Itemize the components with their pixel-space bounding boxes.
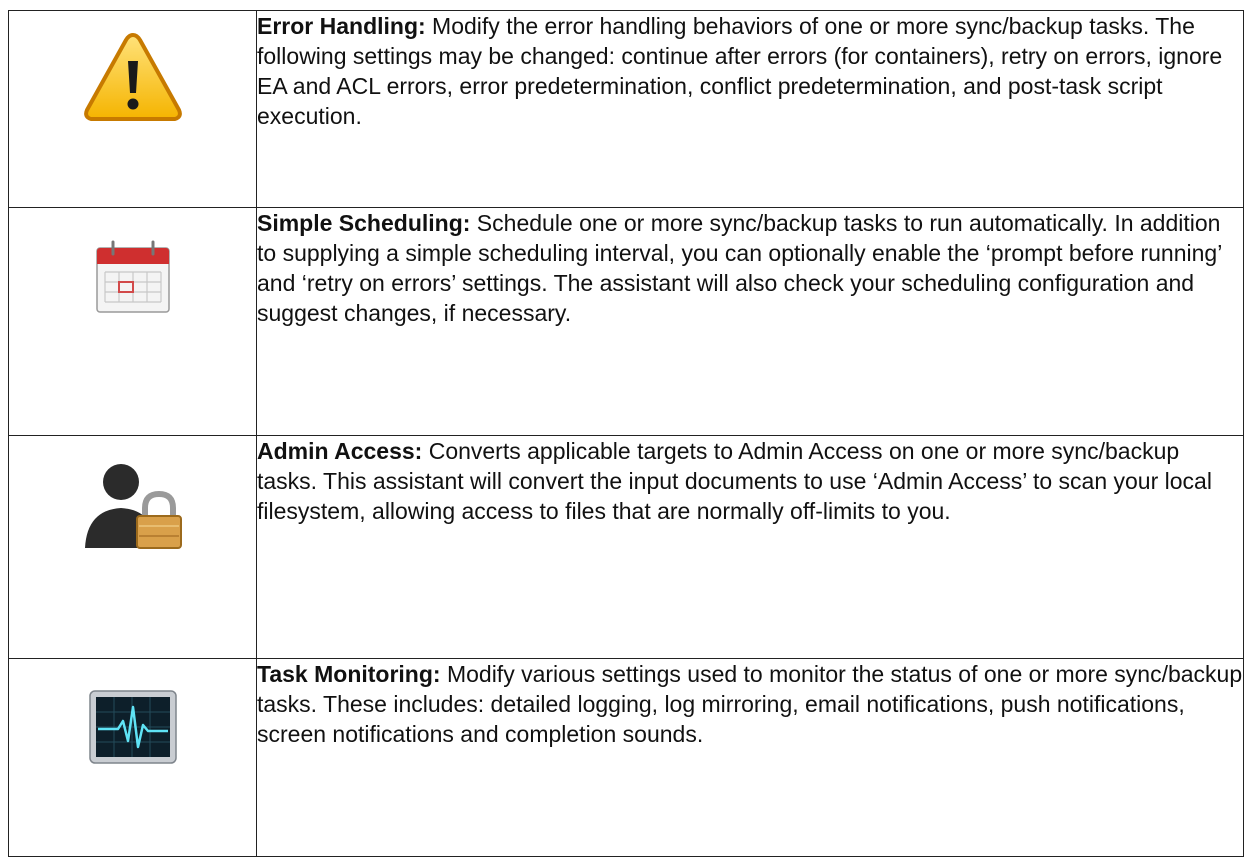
feature-row-admin-access: Admin Access: Converts applicable target… (8, 435, 1244, 659)
feature-description: Simple Scheduling: Schedule one or more … (256, 207, 1244, 436)
activity-monitor-icon (88, 689, 178, 774)
feature-row-task-monitoring: Task Monitoring: Modify various settings… (8, 658, 1244, 857)
calendar-icon (93, 238, 173, 323)
feature-row-simple-scheduling: Simple Scheduling: Schedule one or more … (8, 207, 1244, 436)
warning-icon (83, 31, 183, 128)
feature-title: Admin Access: (257, 438, 423, 464)
feature-row-error-handling: Error Handling: Modify the error handlin… (8, 10, 1244, 208)
feature-description: Admin Access: Converts applicable target… (256, 435, 1244, 659)
feature-table: Error Handling: Modify the error handlin… (8, 10, 1244, 857)
feature-description: Task Monitoring: Modify various settings… (256, 658, 1244, 857)
icon-cell (8, 658, 257, 857)
feature-description: Error Handling: Modify the error handlin… (256, 10, 1244, 208)
icon-cell (8, 207, 257, 436)
icon-cell (8, 10, 257, 208)
feature-title: Simple Scheduling: (257, 210, 471, 236)
admin-user-lock-icon (73, 458, 193, 555)
icon-cell (8, 435, 257, 659)
feature-title: Task Monitoring: (257, 661, 441, 687)
feature-title: Error Handling: (257, 13, 426, 39)
